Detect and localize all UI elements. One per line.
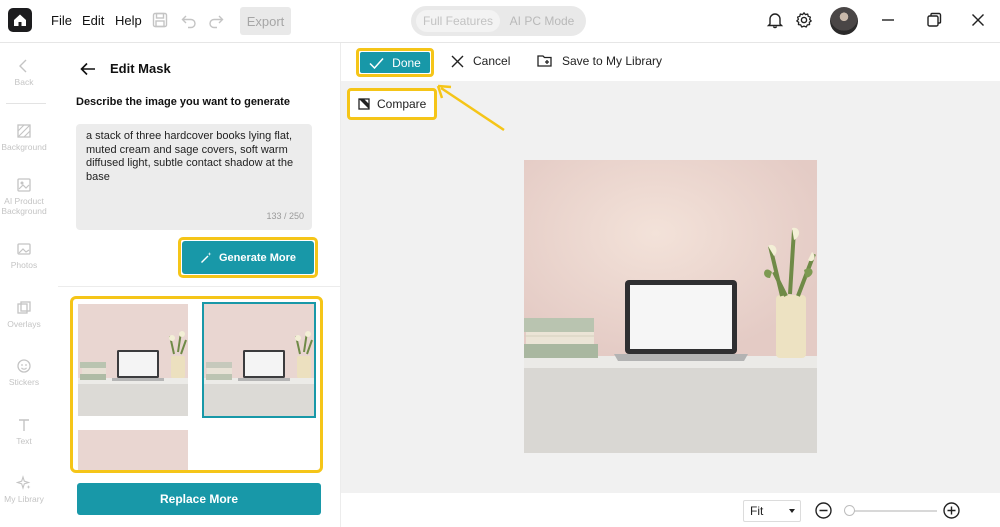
prompt-label: Describe the image you want to generate [76, 96, 290, 108]
my-library-sparkle-icon [16, 475, 31, 490]
photos-icon [17, 243, 31, 255]
overlays-icon [17, 301, 31, 314]
menu-file[interactable]: File [51, 13, 72, 28]
mode-switch[interactable]: Full Features AI PC Mode [411, 6, 586, 36]
title-bar: File Edit Help Export Full Features AI P… [0, 0, 1000, 43]
rail-photos[interactable]: Photos [0, 241, 48, 270]
rail-overlays[interactable]: Overlays [0, 300, 48, 329]
rail-background[interactable]: Background [0, 123, 48, 152]
save-icon[interactable] [151, 11, 169, 29]
rail-stickers-label: Stickers [8, 377, 40, 387]
caret-down-icon [789, 509, 795, 513]
rail-divider [6, 103, 46, 104]
panel-title: Edit Mask [110, 61, 171, 76]
panel-header: Edit Mask [80, 61, 171, 76]
rail-ai-product-background-label: AI Product Background [1, 196, 47, 216]
rail-ai-product-background[interactable]: AI Product Background [0, 177, 48, 216]
edit-mask-panel: Edit Mask Describe the image you want to… [58, 43, 341, 527]
zoom-mode-value: Fit [750, 504, 764, 518]
mode-ai-pc[interactable]: AI PC Mode [503, 10, 581, 32]
generate-more-button[interactable]: Generate More [182, 241, 314, 274]
export-button[interactable]: Export [240, 7, 291, 35]
text-icon [19, 419, 29, 431]
edited-image[interactable] [524, 160, 817, 453]
results-grid [70, 296, 323, 473]
back-arrow-icon[interactable] [80, 62, 96, 76]
prompt-text: a stack of three hardcover books lying f… [86, 130, 294, 183]
callout-arrow [436, 84, 505, 132]
rail-my-library-label: My Library [4, 494, 44, 504]
menu-edit[interactable]: Edit [82, 13, 104, 28]
menu-help[interactable]: Help [115, 13, 142, 28]
rail-my-library[interactable]: My Library [0, 475, 48, 504]
zoom-in-icon[interactable] [943, 502, 960, 519]
done-label: Done [392, 55, 421, 70]
rail-photos-label: Photos [10, 260, 38, 270]
result-1-image [78, 304, 188, 416]
prompt-textarea[interactable]: a stack of three hardcover books lying f… [76, 124, 312, 230]
result-2-image [204, 304, 314, 416]
stickers-icon [17, 359, 31, 373]
settings-gear-icon[interactable] [795, 11, 813, 29]
save-library-icon [537, 55, 552, 67]
rail-back[interactable]: Back [0, 58, 48, 87]
home-icon[interactable] [8, 8, 32, 32]
restore-window-icon[interactable] [925, 11, 943, 29]
rail-background-label: Background [1, 142, 47, 152]
zoom-mode-select[interactable]: Fit [743, 500, 801, 522]
tool-rail: Back Background AI Product Background Ph… [0, 43, 48, 527]
edit-action-bar: Done Cancel Save to My Library [341, 43, 1000, 81]
result-3-image [78, 430, 188, 470]
replace-more-button[interactable]: Replace More [77, 483, 321, 515]
close-window-icon[interactable] [969, 11, 987, 29]
rail-stickers[interactable]: Stickers [0, 358, 48, 387]
ai-product-background-icon [17, 178, 31, 192]
cancel-label: Cancel [473, 54, 511, 68]
rail-overlays-label: Overlays [7, 319, 41, 329]
cancel-x-icon [451, 55, 464, 67]
zoom-slider-track[interactable] [847, 510, 937, 512]
redo-icon[interactable] [207, 11, 225, 29]
compare-icon [358, 98, 370, 110]
result-thumbnail-2[interactable] [202, 302, 316, 418]
rail-text-label: Text [16, 436, 32, 446]
rail-back-label: Back [14, 77, 34, 87]
save-to-library-button[interactable]: Save to My Library [537, 54, 662, 68]
zoom-out-icon[interactable] [815, 502, 832, 519]
rail-text[interactable]: Text [0, 417, 48, 446]
mode-full-features[interactable]: Full Features [416, 10, 500, 32]
undo-icon[interactable] [180, 11, 198, 29]
background-icon [17, 124, 31, 138]
edited-photo [524, 160, 817, 453]
char-count: 133 / 250 [266, 210, 304, 221]
save-library-label: Save to My Library [562, 54, 663, 68]
back-chevron-icon [19, 59, 27, 73]
done-button[interactable]: Done [360, 52, 430, 73]
checkmark-icon [369, 57, 384, 69]
result-thumbnail-1[interactable] [78, 304, 188, 416]
minimize-icon[interactable] [879, 11, 897, 29]
compare-label: Compare [377, 97, 427, 111]
panel-divider [58, 286, 341, 287]
compare-button[interactable]: Compare [347, 88, 437, 120]
zoom-bar: Fit [341, 493, 1000, 527]
cancel-button[interactable]: Cancel [451, 54, 510, 68]
magic-wand-icon [200, 252, 212, 263]
bell-icon[interactable] [766, 11, 784, 29]
zoom-slider-handle[interactable] [844, 505, 855, 516]
result-thumbnail-3[interactable] [78, 430, 188, 470]
canvas-area: Done Cancel Save to My Library Compare F… [341, 43, 1000, 527]
generate-more-label: Generate More [218, 251, 297, 264]
user-avatar[interactable] [830, 7, 858, 35]
